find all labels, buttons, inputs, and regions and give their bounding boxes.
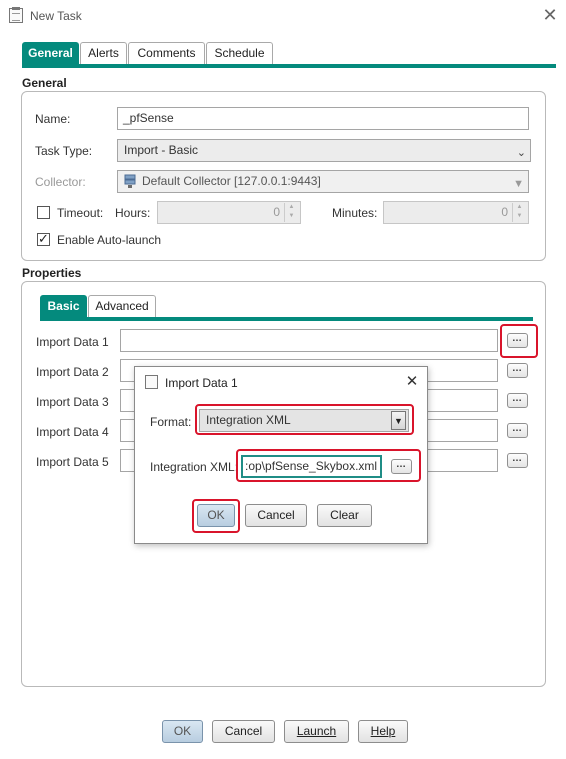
highlight-box xyxy=(192,499,240,533)
import-data-3-label: Import Data 3 xyxy=(36,395,109,409)
launch-button[interactable]: Launch xyxy=(284,720,349,743)
clipboard-icon xyxy=(9,7,23,23)
import-data-5-label: Import Data 5 xyxy=(36,455,109,469)
clipboard-icon xyxy=(145,375,158,389)
minutes-label: Minutes: xyxy=(332,206,378,220)
help-button[interactable]: Help xyxy=(358,720,408,743)
stepper-arrows-icon: ▲ ▼ xyxy=(512,203,526,222)
import-data-2-browse-button[interactable]: … xyxy=(507,363,528,378)
import-data-3-browse-button[interactable]: … xyxy=(507,393,528,408)
import-data-5-browse-button[interactable]: … xyxy=(507,453,528,468)
hours-stepper[interactable]: 0 ▲ ▼ xyxy=(157,201,301,224)
highlight-box xyxy=(195,404,414,435)
tab-underline xyxy=(22,64,556,68)
close-icon[interactable]: ✕ xyxy=(540,4,560,26)
collector-value: Default Collector [127.0.0.1:9443] xyxy=(142,174,321,188)
highlight-box xyxy=(236,449,421,482)
name-label: Name: xyxy=(35,112,71,126)
task-type-label: Task Type: xyxy=(35,144,93,158)
name-field[interactable]: _pfSense xyxy=(117,107,529,130)
cancel-button[interactable]: Cancel xyxy=(212,720,275,743)
auto-launch-checkbox[interactable] xyxy=(37,231,50,247)
window-title: New Task xyxy=(30,9,82,23)
tab-general[interactable]: General xyxy=(22,42,79,64)
tab-advanced[interactable]: Advanced xyxy=(88,295,156,317)
import-data-4-label: Import Data 4 xyxy=(36,425,109,439)
tab-alerts[interactable]: Alerts xyxy=(80,42,127,64)
minutes-value: 0 xyxy=(501,205,508,219)
dialog-title: Import Data 1 xyxy=(165,376,238,390)
hours-label: Hours: xyxy=(115,206,151,220)
ok-button[interactable]: OK xyxy=(162,720,203,743)
tab-comments[interactable]: Comments xyxy=(128,42,205,64)
chevron-down-icon: ⌄ xyxy=(516,147,526,159)
caret-down-icon: ▼ xyxy=(513,178,524,190)
general-section-title: General xyxy=(22,76,67,90)
help-button-label: Help xyxy=(370,724,396,738)
task-type-select[interactable]: Import - Basic ⌄ xyxy=(117,139,531,162)
dialog-close-icon[interactable]: ✕ xyxy=(403,372,421,392)
tab-schedule[interactable]: Schedule xyxy=(206,42,273,64)
properties-section-title: Properties xyxy=(22,266,82,280)
timeout-checkbox[interactable] xyxy=(37,206,50,219)
auto-launch-label: Enable Auto-launch xyxy=(57,233,162,247)
title-bar: New Task ✕ xyxy=(0,0,566,32)
properties-tab-underline xyxy=(40,317,533,321)
import-data-dialog: Import Data 1 ✕ Format: Integration XML … xyxy=(134,366,428,544)
dialog-clear-button[interactable]: Clear xyxy=(317,504,372,527)
collector-select[interactable]: Default Collector [127.0.0.1:9443] ▼ xyxy=(117,170,529,193)
format-label: Format: xyxy=(150,415,192,429)
collector-server-icon xyxy=(124,174,136,189)
dialog-cancel-button[interactable]: Cancel xyxy=(245,504,307,527)
launch-button-label: Launch xyxy=(296,724,337,738)
highlight-box xyxy=(500,324,538,358)
import-data-2-label: Import Data 2 xyxy=(36,365,109,379)
import-data-1-field[interactable] xyxy=(120,329,498,352)
stepper-arrows-icon: ▲ ▼ xyxy=(284,203,298,222)
collector-label: Collector: xyxy=(35,175,86,189)
import-data-1-label: Import Data 1 xyxy=(36,335,109,349)
tab-basic[interactable]: Basic xyxy=(40,295,87,317)
task-type-value: Import - Basic xyxy=(124,143,199,157)
integration-xml-label: Integration XML: xyxy=(150,460,239,474)
hours-value: 0 xyxy=(273,205,280,219)
timeout-label: Timeout: xyxy=(57,206,104,220)
import-data-4-browse-button[interactable]: … xyxy=(507,423,528,438)
minutes-stepper[interactable]: 0 ▲ ▼ xyxy=(383,201,529,224)
